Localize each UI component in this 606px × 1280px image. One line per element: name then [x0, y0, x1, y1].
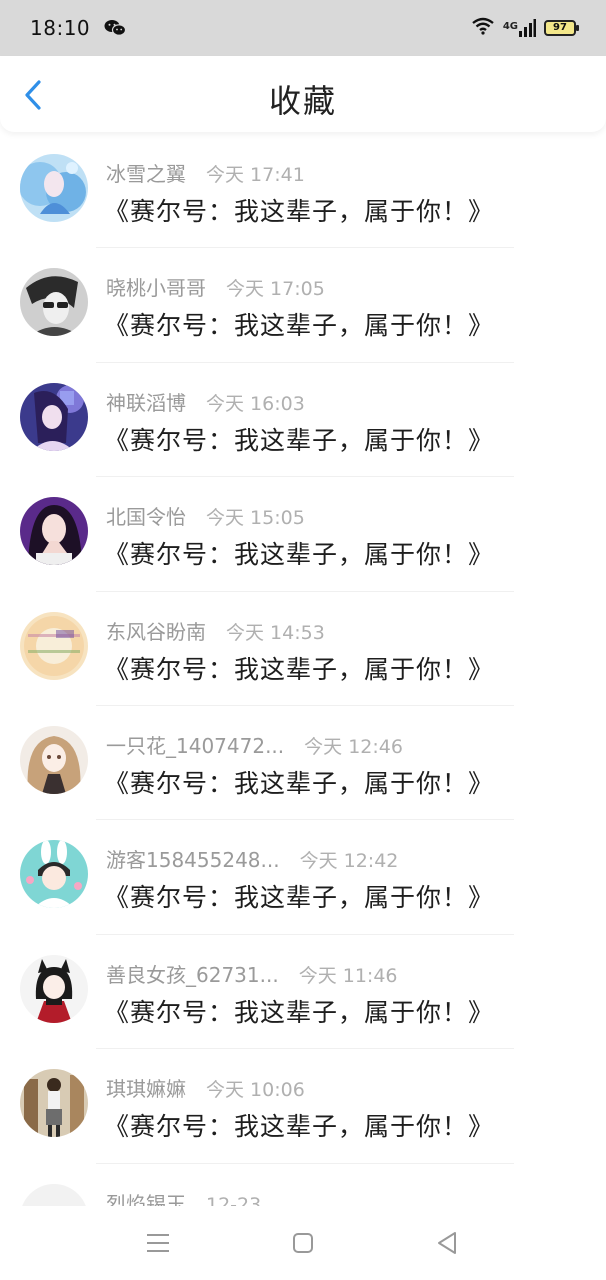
header: 收藏 — [0, 56, 606, 132]
home-button[interactable] — [288, 1228, 318, 1258]
username[interactable]: 东风谷盼南 — [106, 616, 206, 645]
item-meta: 琪琪嫲嫲 今天 10:06 — [106, 1073, 305, 1102]
username[interactable]: 烈焰锡玉 — [106, 1188, 186, 1206]
list-item[interactable]: 善良女孩_62731... 今天 11:46 《赛尔号：我这辈子，属于你！》 — [0, 935, 606, 1050]
avatar[interactable] — [20, 611, 88, 680]
timestamp: 今天 12:46 — [304, 735, 403, 758]
wechat-notification-icon — [104, 19, 127, 37]
list-item[interactable]: 烈焰锡玉 12-23 — [0, 1164, 606, 1206]
avatar[interactable] — [20, 840, 88, 909]
list-item[interactable]: 神联滔博 今天 16:03 《赛尔号：我这辈子，属于你！》 — [0, 363, 606, 478]
list-item[interactable]: 东风谷盼南 今天 14:53 《赛尔号：我这辈子，属于你！》 — [0, 592, 606, 706]
item-title[interactable]: 《赛尔号：我这辈子，属于你！》 — [104, 421, 494, 457]
menu-icon — [147, 1234, 169, 1252]
list-item[interactable]: 一只花_1407472... 今天 12:46 《赛尔号：我这辈子，属于你！》 — [0, 706, 606, 821]
timestamp: 今天 12:42 — [299, 850, 399, 873]
list-item[interactable]: 游客158455248... 今天 12:42 《赛尔号：我这辈子，属于你！》 — [0, 820, 606, 935]
timestamp: 12-23 — [206, 1193, 262, 1206]
status-time: 18:10 — [30, 16, 91, 40]
username[interactable]: 琪琪嫲嫲 — [106, 1073, 186, 1102]
item-meta: 北国令怡 今天 15:05 — [106, 501, 305, 530]
favorites-list: 冰雪之翼 今天 17:41 《赛尔号：我这辈子，属于你！》 晓桃小哥哥 今天 1… — [0, 134, 606, 1206]
status-bar: 18:10 4G 97 — [0, 0, 606, 56]
item-meta: 晓桃小哥哥 今天 17:05 — [106, 272, 325, 301]
timestamp: 今天 17:41 — [206, 164, 305, 186]
wifi-icon — [471, 17, 495, 39]
avatar[interactable] — [20, 154, 88, 222]
item-title[interactable]: 《赛尔号：我这辈子，属于你！》 — [104, 650, 494, 686]
item-title[interactable]: 《赛尔号：我这辈子，属于你！》 — [104, 993, 494, 1029]
menu-button[interactable] — [143, 1228, 173, 1258]
item-meta: 神联滔博 今天 16:03 — [106, 387, 305, 416]
item-title[interactable]: 《赛尔号：我这辈子，属于你！》 — [104, 878, 494, 914]
signal-icon: 4G — [503, 19, 536, 37]
item-meta: 一只花_1407472... 今天 12:46 — [106, 730, 403, 759]
page-title: 收藏 — [268, 82, 337, 120]
username[interactable]: 冰雪之翼 — [106, 158, 186, 187]
avatar[interactable] — [20, 497, 88, 566]
item-meta: 东风谷盼南 今天 14:53 — [106, 616, 325, 645]
battery-indicator: 97 — [544, 20, 579, 36]
timestamp: 今天 16:03 — [206, 392, 305, 415]
list-item[interactable]: 冰雪之翼 今天 17:41 《赛尔号：我这辈子，属于你！》 — [0, 134, 606, 249]
timestamp: 今天 11:46 — [298, 964, 398, 987]
item-title[interactable]: 《赛尔号：我这辈子，属于你！》 — [104, 764, 494, 800]
avatar[interactable] — [20, 725, 88, 794]
username[interactable]: 神联滔博 — [106, 387, 186, 416]
item-title[interactable]: 《赛尔号：我这辈子，属于你！》 — [104, 306, 494, 342]
avatar[interactable] — [20, 954, 88, 1023]
list-item[interactable]: 北国令怡 今天 15:05 《赛尔号：我这辈子，属于你！》 — [0, 477, 606, 592]
back-triangle-icon — [438, 1232, 456, 1254]
network-type: 4G — [502, 21, 518, 32]
item-title[interactable]: 《赛尔号：我这辈子，属于你！》 — [104, 1107, 494, 1143]
username[interactable]: 善良女孩_62731... — [106, 959, 279, 988]
avatar[interactable] — [20, 1183, 88, 1206]
username[interactable]: 北国令怡 — [106, 501, 186, 530]
system-nav-bar — [0, 1206, 606, 1280]
list-item[interactable]: 晓桃小哥哥 今天 17:05 《赛尔号：我这辈子，属于你！》 — [0, 248, 606, 363]
back-nav-button[interactable] — [432, 1228, 462, 1258]
avatar[interactable] — [20, 268, 88, 337]
item-meta: 善良女孩_62731... 今天 11:46 — [106, 959, 398, 988]
item-title[interactable]: 《赛尔号：我这辈子，属于你！》 — [104, 192, 494, 228]
avatar[interactable] — [20, 1069, 88, 1138]
item-meta: 烈焰锡玉 12-23 — [106, 1188, 261, 1206]
username[interactable]: 晓桃小哥哥 — [106, 272, 206, 301]
username[interactable]: 游客158455248... — [106, 844, 280, 873]
item-meta: 冰雪之翼 今天 17:41 — [106, 158, 305, 187]
item-meta: 游客158455248... 今天 12:42 — [106, 844, 398, 873]
home-icon — [293, 1233, 313, 1253]
item-title[interactable]: 《赛尔号：我这辈子，属于你！》 — [104, 535, 494, 571]
username[interactable]: 一只花_1407472... — [106, 730, 284, 759]
list-item[interactable]: 琪琪嫲嫲 今天 10:06 《赛尔号：我这辈子，属于你！》 — [0, 1049, 606, 1164]
timestamp: 今天 17:05 — [226, 278, 325, 301]
status-right: 4G 97 — [471, 17, 579, 39]
timestamp: 今天 14:53 — [226, 621, 325, 644]
timestamp: 今天 15:05 — [206, 507, 305, 530]
timestamp: 今天 10:06 — [206, 1079, 305, 1102]
avatar[interactable] — [20, 382, 88, 451]
